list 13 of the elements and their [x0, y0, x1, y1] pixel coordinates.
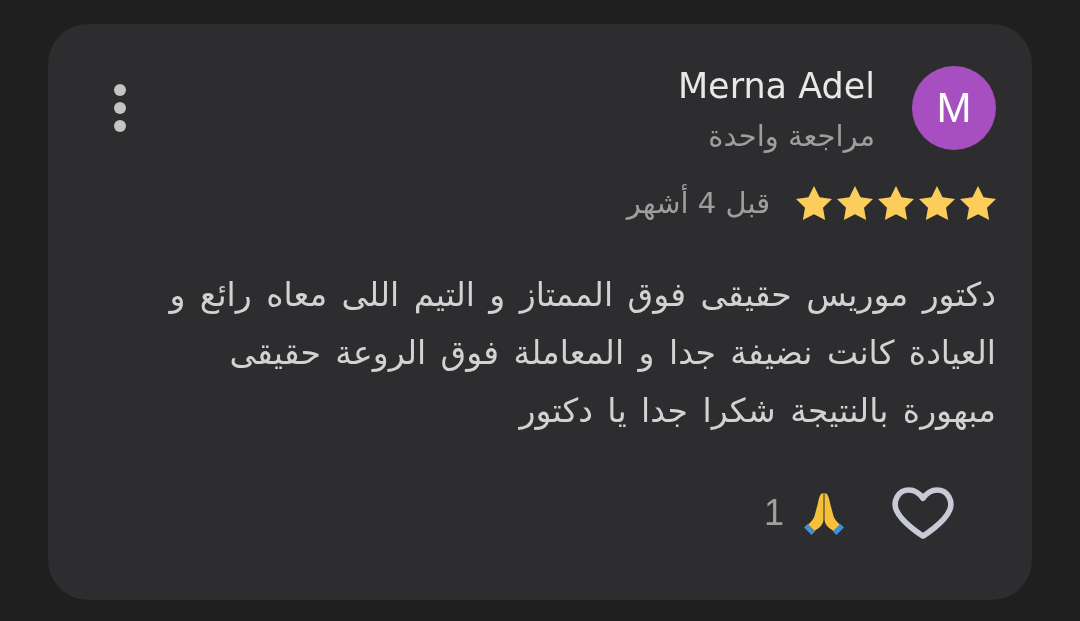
praying-hands-icon	[804, 491, 844, 535]
review-count: مراجعة واحدة	[708, 118, 875, 155]
review-time: قبل 4 أشهر	[626, 184, 770, 222]
star-icon	[960, 185, 996, 221]
more-vertical-icon	[114, 84, 126, 132]
star-icon	[919, 185, 955, 221]
star-icon	[837, 185, 873, 221]
star-icon	[878, 185, 914, 221]
star-icon	[796, 185, 832, 221]
avatar: M	[912, 66, 996, 150]
author-name: Merna Adel	[677, 66, 875, 106]
reaction-button[interactable]: 1	[763, 491, 844, 535]
review-text: دكتور موريس حقيقى فوق الممتاز و التيم اللى معاه رائع و العيادة كانت نضيفة جدا و المعاملة فوق الروعة حقيقى مبهورة بالنتيجة شكرا جدا يا دكتور	[167, 274, 996, 432]
